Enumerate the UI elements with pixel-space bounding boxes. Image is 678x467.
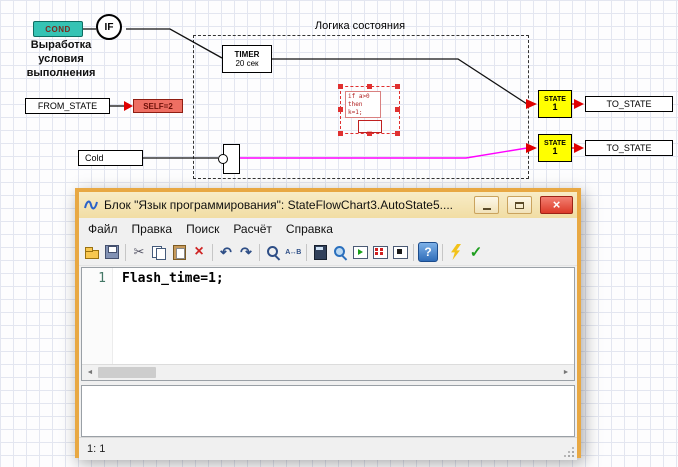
code-editor[interactable]: 1 Flash_time=1; ◄ ► [81, 267, 575, 381]
menu-item-3[interactable]: Поиск [179, 220, 226, 238]
arrow-into-tostate2-icon [574, 143, 584, 153]
close-button[interactable] [540, 196, 573, 214]
to-state2-block[interactable]: TO_STATE [585, 140, 673, 156]
help-button[interactable] [418, 242, 438, 262]
toolbar-separator [442, 243, 443, 261]
toolbar-separator [413, 243, 414, 261]
code-line: Flash_time=1; [122, 271, 224, 286]
arrow-into-state1-icon [526, 99, 537, 109]
code-preview-line-1: if a>0 [348, 93, 370, 100]
toolbar [79, 239, 577, 266]
selected-block-outline [358, 120, 382, 133]
selection-handle[interactable] [367, 84, 372, 89]
copy-button[interactable] [149, 242, 169, 262]
find-button[interactable] [263, 242, 283, 262]
selection-handle[interactable] [338, 84, 343, 89]
calculator-button[interactable] [310, 242, 330, 262]
state1-block[interactable]: STATE 1 [538, 90, 572, 118]
menu-bar: Файл Правка Поиск Расчёт Справка [79, 218, 577, 239]
replace-button[interactable] [283, 242, 303, 262]
redo-button[interactable] [236, 242, 256, 262]
toolbar-separator [259, 243, 260, 261]
paste-button[interactable] [169, 242, 189, 262]
horizontal-scrollbar[interactable]: ◄ ► [82, 364, 574, 380]
line-number: 1 [98, 271, 106, 286]
state1-number: 1 [552, 102, 558, 112]
toolbar-separator [306, 243, 307, 261]
toolbar-separator [125, 243, 126, 261]
caption-line-3: выполнения [26, 67, 96, 79]
scroll-left-icon[interactable]: ◄ [82, 365, 98, 380]
menu-item-4[interactable]: Расчёт [226, 220, 279, 238]
selection-handle[interactable] [395, 131, 400, 136]
gate-input-port[interactable] [218, 154, 228, 164]
caret-position: 1: 1 [87, 443, 106, 455]
line-number-gutter: 1 [82, 268, 113, 365]
self-state-badge[interactable]: SELF=2 [133, 99, 183, 113]
scroll-thumb[interactable] [98, 367, 156, 378]
caption-line-1: Выработка [30, 39, 92, 51]
selection-handle[interactable] [338, 107, 343, 112]
diagram-canvas: Логика состояния COND IF Выработка услов… [0, 0, 678, 467]
resize-grip[interactable] [562, 445, 576, 459]
zoom-button[interactable] [330, 242, 350, 262]
menu-item-2[interactable]: Правка [125, 220, 180, 238]
code-preview-line-2: then [348, 101, 363, 108]
run-button[interactable] [350, 242, 370, 262]
arrow-into-self-icon [124, 101, 133, 111]
condition-caption: Выработка условия выполнения [8, 38, 114, 80]
undo-button[interactable] [216, 242, 236, 262]
minimize-button[interactable] [474, 196, 499, 214]
arrow-into-tostate1-icon [574, 99, 584, 109]
toolbar-separator [212, 243, 213, 261]
code-preview: if a>0 then k=1; [345, 91, 381, 118]
stop-button[interactable] [390, 242, 410, 262]
open-button[interactable] [82, 242, 102, 262]
selection-handle[interactable] [395, 107, 400, 112]
app-icon [83, 197, 99, 213]
selection-handle[interactable] [395, 84, 400, 89]
caption-line-2: условия [38, 53, 84, 65]
save-button[interactable] [102, 242, 122, 262]
from-state-block[interactable]: FROM_STATE [25, 98, 110, 114]
code-editor-window: Блок "Язык программирования": StateFlowC… [75, 188, 581, 460]
code-preview-line-3: k=1; [348, 109, 363, 116]
cut-button[interactable] [129, 242, 149, 262]
wire-gate-state2[interactable] [239, 147, 528, 159]
state2-number: 1 [552, 146, 558, 156]
menu-item-1[interactable]: Файл [81, 220, 125, 238]
state2-block[interactable]: STATE 1 [538, 134, 572, 162]
compile-button[interactable] [446, 242, 466, 262]
apply-button[interactable] [466, 242, 486, 262]
delete-button[interactable] [189, 242, 209, 262]
arrow-into-state2-icon [526, 143, 537, 153]
selection-handle[interactable] [338, 131, 343, 136]
output-panel [81, 385, 575, 437]
menu-item-5[interactable]: Справка [279, 220, 340, 238]
timer-block[interactable]: TIMER 20 сек [222, 45, 272, 73]
cold-block[interactable]: Cold [78, 150, 143, 166]
scroll-right-icon[interactable]: ► [558, 365, 574, 380]
selected-code-block[interactable]: if a>0 then k=1; [338, 84, 400, 136]
cond-block[interactable]: COND [33, 21, 83, 37]
if-block[interactable]: IF [96, 14, 122, 40]
wire-if-timer[interactable] [126, 28, 223, 59]
timer-value: 20 сек [235, 59, 259, 68]
status-bar: 1: 1 [79, 437, 577, 460]
maximize-button[interactable] [507, 196, 532, 214]
window-title: Блок "Язык программирования": StateFlowC… [104, 198, 453, 212]
to-state1-block[interactable]: TO_STATE [585, 96, 673, 112]
timer-title: TIMER [234, 50, 260, 59]
matrix-button[interactable] [370, 242, 390, 262]
titlebar[interactable]: Блок "Язык программирования": StateFlowC… [79, 192, 577, 218]
